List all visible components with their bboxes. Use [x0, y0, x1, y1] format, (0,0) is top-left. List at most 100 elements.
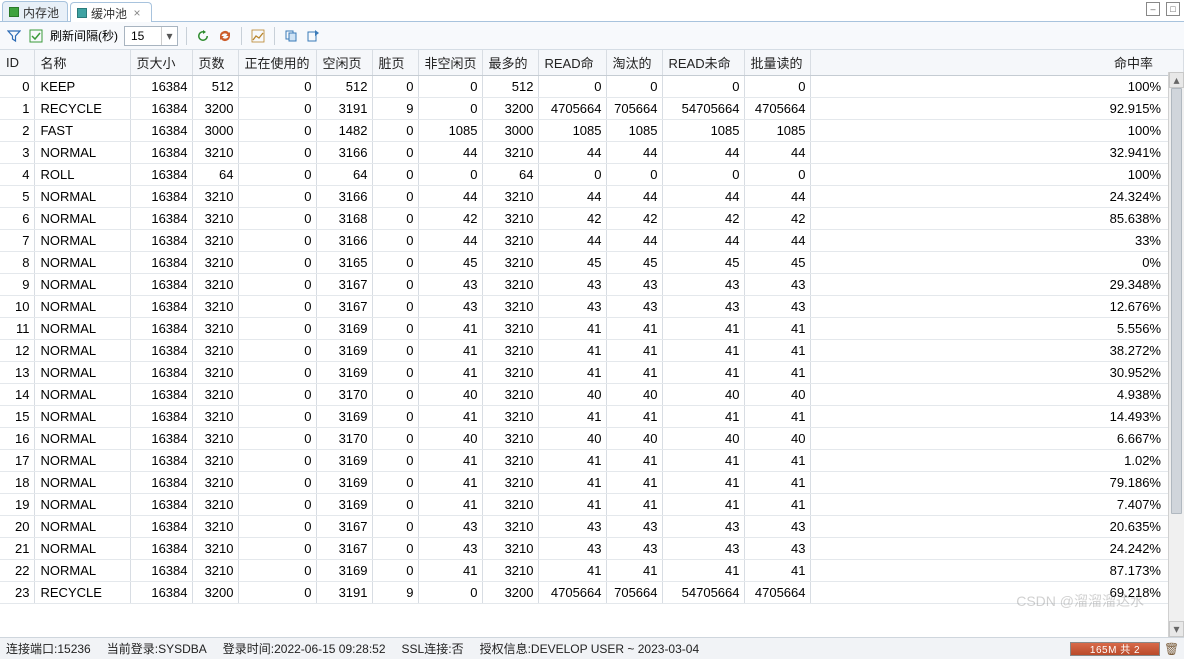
col-header-dirty[interactable]: 脏页	[372, 50, 418, 76]
refresh-interval-combo[interactable]: 15 ▾	[124, 26, 178, 46]
chevron-down-icon[interactable]: ▾	[161, 27, 177, 45]
col-header-in-use[interactable]: 正在使用的	[238, 50, 316, 76]
cell-batch: 41	[744, 560, 810, 582]
cell-id: 12	[0, 340, 34, 362]
table-row[interactable]: 10NORMAL1638432100316704332104343434312.…	[0, 296, 1184, 318]
col-header-id[interactable]: ID	[0, 50, 34, 76]
chart-icon[interactable]	[250, 28, 266, 44]
cell-read-miss: 41	[662, 560, 744, 582]
col-header-pages[interactable]: 页数	[192, 50, 238, 76]
cell-free: 3169	[316, 472, 372, 494]
cell-name: NORMAL	[34, 538, 130, 560]
scroll-track[interactable]	[1169, 88, 1184, 621]
cell-name: NORMAL	[34, 274, 130, 296]
cell-read-miss: 54705664	[662, 582, 744, 604]
cell-name: NORMAL	[34, 142, 130, 164]
col-header-page-size[interactable]: 页大小	[130, 50, 192, 76]
refresh-icon[interactable]	[195, 28, 211, 44]
scroll-down-icon[interactable]: ▾	[1169, 621, 1184, 637]
table-row[interactable]: 3NORMAL1638432100316604432104444444432.9…	[0, 142, 1184, 164]
col-header-read-hit[interactable]: READ命	[538, 50, 606, 76]
table-row[interactable]: 8NORMAL163843210031650453210454545450%	[0, 252, 1184, 274]
table-row[interactable]: 21NORMAL1638432100316704332104343434324.…	[0, 538, 1184, 560]
copy-icon[interactable]	[283, 28, 299, 44]
cell-most: 3210	[482, 208, 538, 230]
table-row[interactable]: 4ROLL163846406400640000100%	[0, 164, 1184, 186]
cell-page-size: 16384	[130, 406, 192, 428]
cell-non-free: 0	[418, 164, 482, 186]
cell-pages: 3210	[192, 142, 238, 164]
filter-icon[interactable]	[6, 28, 22, 44]
cell-batch: 41	[744, 362, 810, 384]
cell-read-hit: 0	[538, 76, 606, 98]
trash-icon[interactable]: 🗑	[1164, 642, 1178, 656]
cell-read-hit: 0	[538, 164, 606, 186]
cell-page-size: 16384	[130, 120, 192, 142]
cell-read-hit: 43	[538, 538, 606, 560]
table-row[interactable]: 20NORMAL1638432100316704332104343434320.…	[0, 516, 1184, 538]
cell-pages: 3000	[192, 120, 238, 142]
table-row[interactable]: 18NORMAL1638432100316904132104141414179.…	[0, 472, 1184, 494]
col-header-read-miss[interactable]: READ未命	[662, 50, 744, 76]
tab-memory-pool[interactable]: 内存池	[2, 1, 68, 21]
cell-read-miss: 41	[662, 472, 744, 494]
tab-buffer-pool[interactable]: 缓冲池 ×	[70, 2, 152, 22]
memory-usage-bar[interactable]: 165M 共 2	[1070, 642, 1160, 656]
col-header-non-free[interactable]: 非空闲页	[418, 50, 482, 76]
table-row[interactable]: 16NORMAL163843210031700403210404040406.6…	[0, 428, 1184, 450]
cell-read-miss: 43	[662, 296, 744, 318]
table-row[interactable]: 17NORMAL163843210031690413210414141411.0…	[0, 450, 1184, 472]
cell-most: 3210	[482, 494, 538, 516]
cell-batch: 41	[744, 340, 810, 362]
cell-hit-rate: 79.186%	[810, 472, 1184, 494]
table-row[interactable]: 19NORMAL163843210031690413210414141417.4…	[0, 494, 1184, 516]
cell-page-size: 16384	[130, 450, 192, 472]
cell-pages: 3210	[192, 450, 238, 472]
col-header-batch[interactable]: 批量读的	[744, 50, 810, 76]
cell-free: 3168	[316, 208, 372, 230]
table-row[interactable]: 2FAST16384300001482010853000108510851085…	[0, 120, 1184, 142]
table-row[interactable]: 6NORMAL1638432100316804232104242424285.6…	[0, 208, 1184, 230]
checkbox-icon[interactable]	[28, 28, 44, 44]
status-login: 当前登录:SYSDBA	[107, 640, 207, 657]
table-row[interactable]: 1RECYCLE16384320003191903200470566470566…	[0, 98, 1184, 120]
cell-evict: 44	[606, 186, 662, 208]
cell-evict: 40	[606, 384, 662, 406]
close-icon[interactable]: ×	[131, 6, 143, 20]
maximize-button[interactable]: □	[1166, 2, 1180, 16]
table-row[interactable]: 14NORMAL163843210031700403210404040404.9…	[0, 384, 1184, 406]
cell-batch: 42	[744, 208, 810, 230]
col-header-free[interactable]: 空闲页	[316, 50, 372, 76]
cell-read-hit: 43	[538, 274, 606, 296]
refresh-value: 15	[125, 29, 161, 43]
table-row[interactable]: 12NORMAL1638432100316904132104141414138.…	[0, 340, 1184, 362]
col-header-name[interactable]: 名称	[34, 50, 130, 76]
col-header-most[interactable]: 最多的	[482, 50, 538, 76]
toolbar: 刷新间隔(秒) 15 ▾	[0, 22, 1184, 50]
cell-non-free: 41	[418, 406, 482, 428]
export-icon[interactable]	[305, 28, 321, 44]
table-row[interactable]: 5NORMAL1638432100316604432104444444424.3…	[0, 186, 1184, 208]
table-row[interactable]: 9NORMAL1638432100316704332104343434329.3…	[0, 274, 1184, 296]
table-row[interactable]: 0KEEP163845120512005120000100%	[0, 76, 1184, 98]
table-row[interactable]: 13NORMAL1638432100316904132104141414130.…	[0, 362, 1184, 384]
cell-read-hit: 41	[538, 494, 606, 516]
refresh-settings-icon[interactable]	[217, 28, 233, 44]
cell-evict: 41	[606, 472, 662, 494]
col-header-hit-rate[interactable]: 命中率	[810, 50, 1184, 76]
table-row[interactable]: 23RECYCLE1638432000319190320047056647056…	[0, 582, 1184, 604]
cell-most: 3000	[482, 120, 538, 142]
scroll-thumb[interactable]	[1171, 88, 1182, 514]
table-scroll-area[interactable]: ID 名称 页大小 页数 正在使用的 空闲页 脏页 非空闲页 最多的 READ命…	[0, 50, 1184, 637]
table-row[interactable]: 15NORMAL1638432100316904132104141414114.…	[0, 406, 1184, 428]
cell-dirty: 0	[372, 230, 418, 252]
vertical-scrollbar[interactable]: ▴ ▾	[1168, 72, 1184, 637]
table-row[interactable]: 22NORMAL1638432100316904132104141414187.…	[0, 560, 1184, 582]
cell-name: NORMAL	[34, 450, 130, 472]
table-row[interactable]: 7NORMAL1638432100316604432104444444433%	[0, 230, 1184, 252]
col-header-evict[interactable]: 淘汰的	[606, 50, 662, 76]
cell-pages: 512	[192, 76, 238, 98]
table-row[interactable]: 11NORMAL163843210031690413210414141415.5…	[0, 318, 1184, 340]
minimize-button[interactable]: –	[1146, 2, 1160, 16]
scroll-up-icon[interactable]: ▴	[1169, 72, 1184, 88]
